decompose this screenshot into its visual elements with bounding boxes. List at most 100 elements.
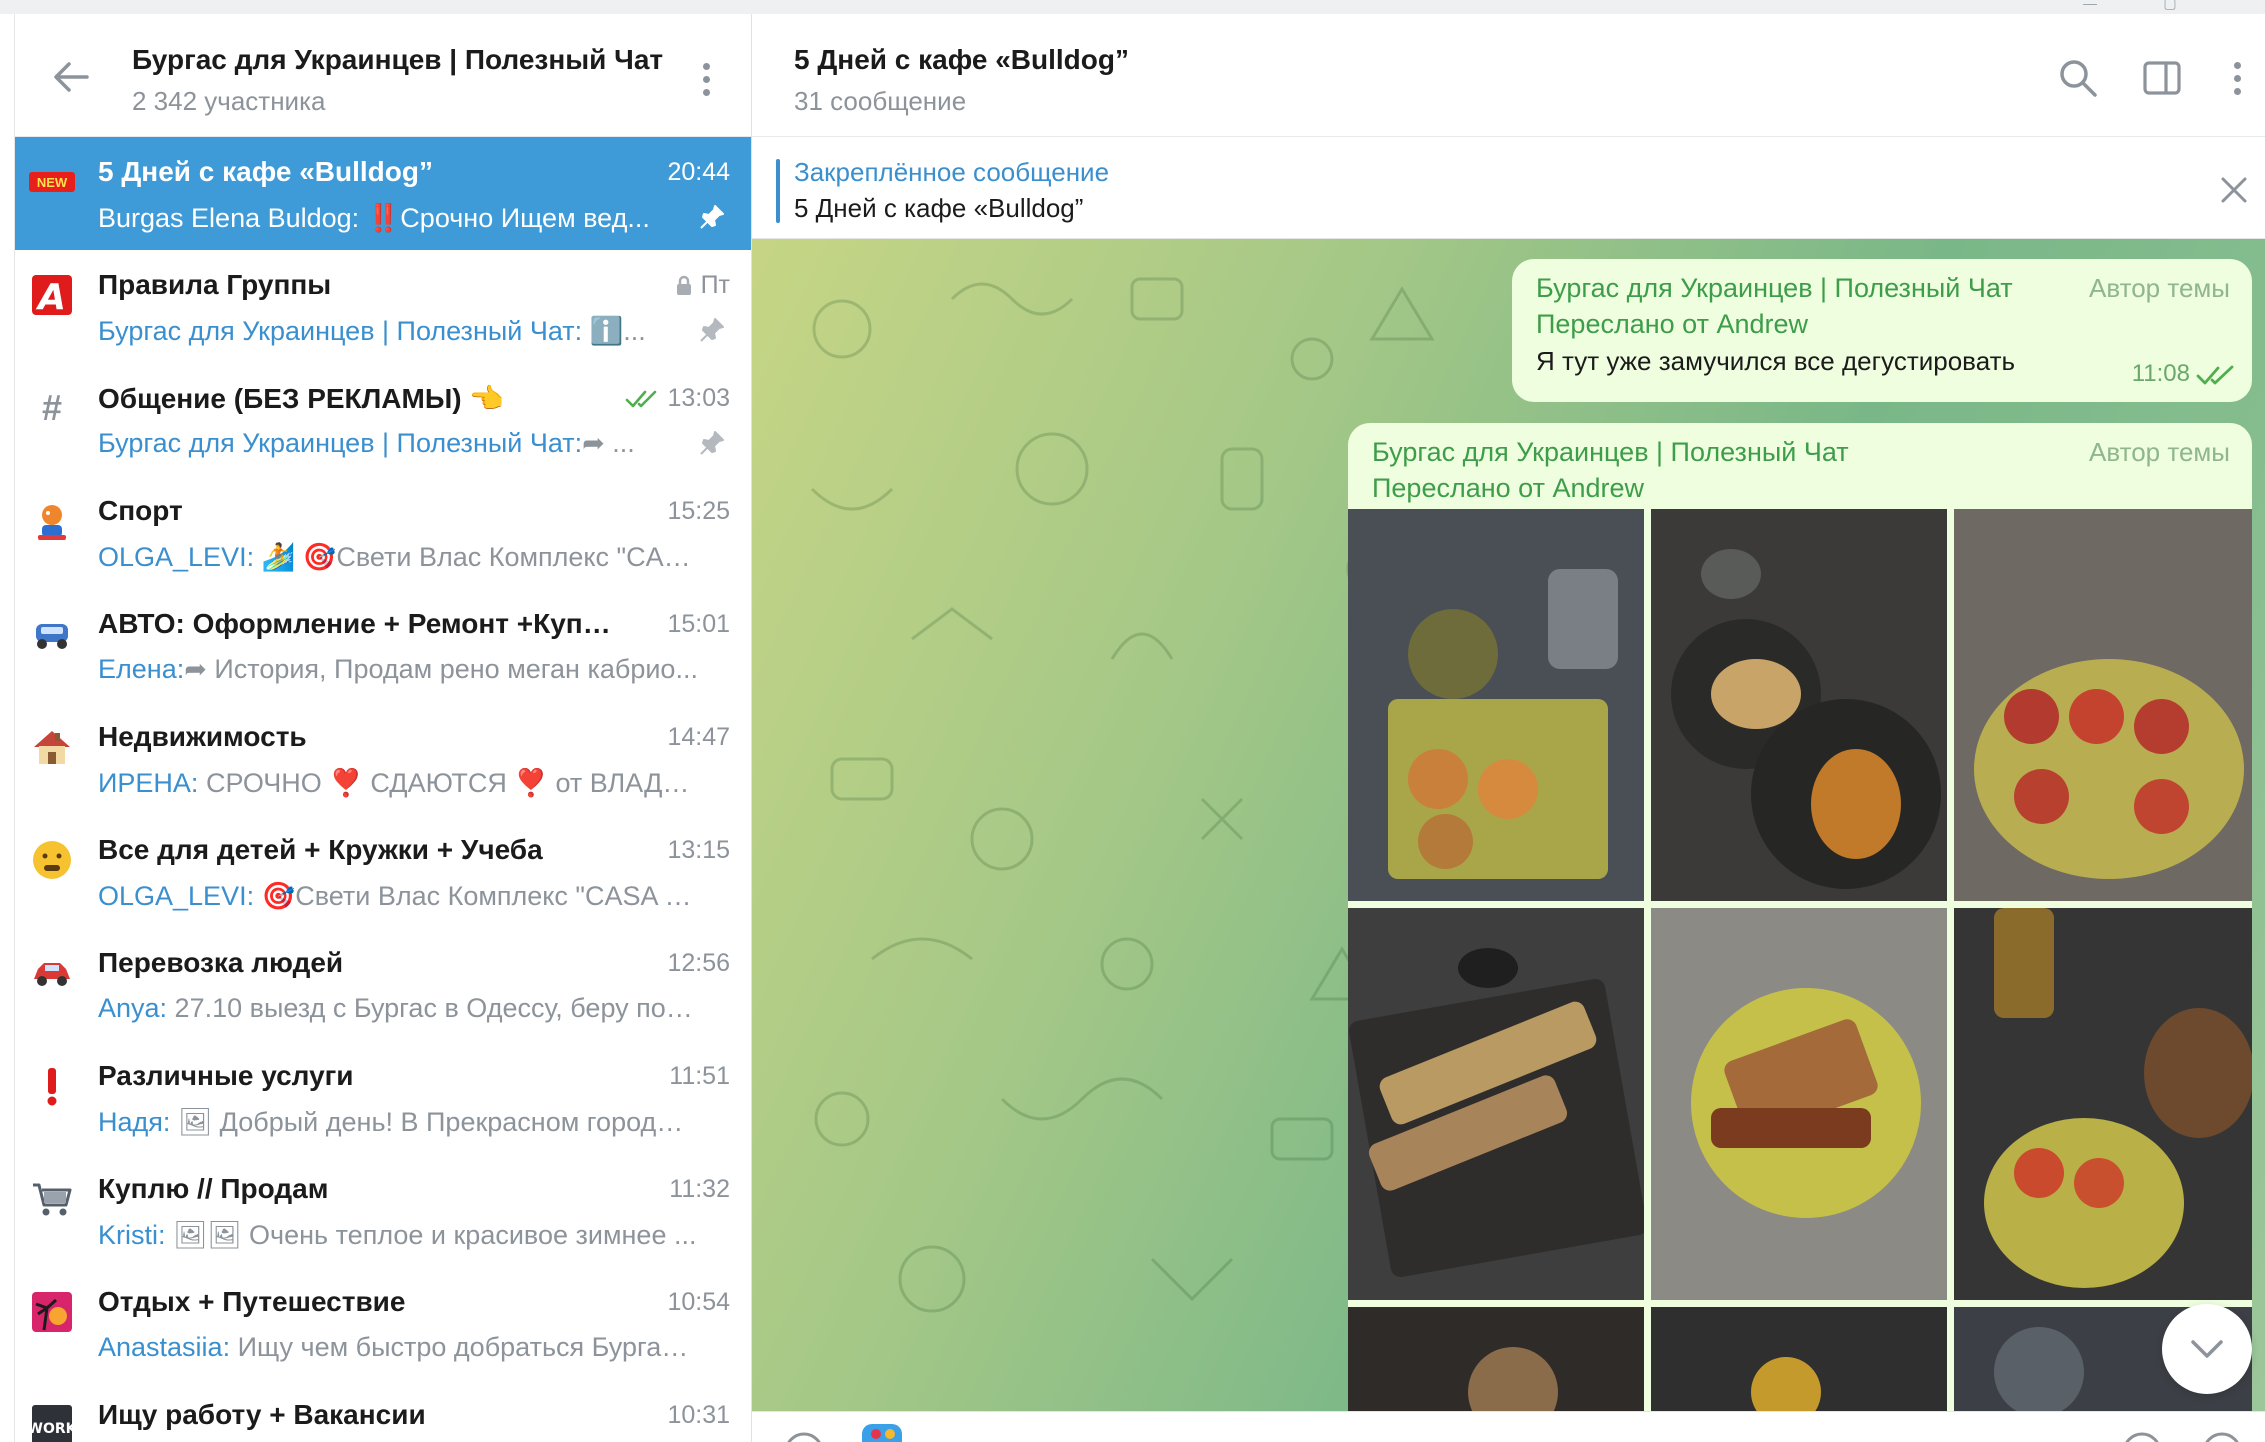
message-bubble[interactable]: Бургас для Украинцев | Полезный Чат Авто… — [1348, 423, 2252, 1411]
svg-text:A: A — [35, 277, 66, 317]
topic-name: 5 Дней с кафе «Bulldog” — [98, 156, 433, 187]
topic-name: Отдых + Путешествие — [98, 1286, 406, 1317]
forwarded-from[interactable]: Переслано от Andrew — [1372, 473, 1644, 504]
topic-item[interactable]: АВТО: Оформление + Ремонт +Куплю/... 15:… — [15, 589, 751, 702]
preview-sender: Burgas Elena Buldog: — [98, 203, 360, 233]
topic-name: Спорт — [98, 495, 183, 526]
topic-time: 13:03 — [625, 384, 730, 413]
group-title: Бургас для Украинцев | Полезный Чат — [132, 44, 664, 75]
maximize-button[interactable]: ▢ — [2150, 0, 2190, 10]
sidebar-toggle-icon[interactable] — [2140, 56, 2184, 100]
topic-preview: Бургас для Украинцев | Полезный Чат: ℹ️.… — [98, 315, 698, 347]
face-icon — [29, 837, 75, 883]
preview-text: 27.10 выезд с Бургас в Одессу, беру пос.… — [167, 993, 698, 1023]
topic-title: 5 Дней с кафе «Bulldog” — [794, 44, 1129, 75]
photo[interactable] — [1651, 509, 1947, 901]
topic-name: Все для детей + Кружки + Учеба — [98, 834, 543, 865]
composer-icons — [787, 1424, 2239, 1442]
topic-preview: Надя: 🖼 Добрый день! В Прекрасном городе… — [98, 1106, 698, 1138]
message-composer[interactable] — [752, 1411, 2265, 1442]
topic-item[interactable]: Спорт 15:25 OLGA_LEVI: 🏄 🎯Свети Влас Ком… — [15, 476, 751, 589]
preview-sender: OLGA_LEVI: — [98, 881, 255, 911]
minimize-button[interactable]: — — [2070, 0, 2110, 10]
photo[interactable] — [1348, 1307, 1644, 1411]
topic-time-text: 11:32 — [669, 1175, 730, 1203]
topic-item[interactable]: # Общение (БЕЗ РЕКЛАМЫ) 👈 13:03 Бургас д… — [15, 363, 751, 476]
photo[interactable] — [1348, 908, 1644, 1300]
scroll-down-button[interactable] — [2162, 1304, 2252, 1394]
message-count: 31 сообщение — [794, 86, 967, 116]
topic-time-text: 10:54 — [667, 1288, 730, 1316]
close-icon[interactable] — [2217, 173, 2251, 207]
photo[interactable] — [1954, 908, 2252, 1300]
topic-item[interactable]: Все для детей + Кружки + Учеба 13:15 OLG… — [15, 815, 751, 928]
pin-icon — [698, 316, 726, 344]
work-icon: WORK — [29, 1402, 75, 1442]
photo[interactable] — [1651, 1307, 1947, 1411]
topic-time-text: 20:44 — [667, 158, 730, 186]
preview-sender: Anastasiia: — [98, 1332, 231, 1362]
topic-preview: Елена:➦ История, Продам рено меган кабри… — [98, 654, 698, 685]
sport-icon — [29, 498, 75, 544]
pinned-message-bar[interactable]: Закреплённое сообщение 5 Дней с кафе «Bu… — [752, 137, 2265, 239]
preview-sender: Kristi: — [98, 1220, 166, 1250]
photo[interactable] — [1348, 509, 1644, 901]
topic-item[interactable]: NEW 5 Дней с кафе «Bulldog” 20:44 Burgas… — [15, 137, 751, 250]
topic-item[interactable]: Перевозка людей 12:56 Anya: 27.10 выезд … — [15, 928, 751, 1041]
topic-name: Правила Группы — [98, 269, 332, 300]
topic-item[interactable]: A Правила Группы Пт Бургас для Украинцев… — [15, 250, 751, 363]
topic-item[interactable]: Куплю // Продам 11:32 Kristi: 🖼🖼 Очень т… — [15, 1154, 751, 1267]
chat-header: 5 Дней с кафе «Bulldog” 31 сообщение — [752, 14, 2265, 137]
topic-time-text: 11:51 — [669, 1062, 730, 1090]
topic-name: АВТО: Оформление + Ремонт +Куплю/... — [98, 608, 618, 639]
search-icon[interactable] — [2056, 56, 2100, 100]
telegram-window: — ▢ Бургас для Украинцев | Полезный Чат … — [0, 0, 2265, 1442]
preview-text: 🖼🖼 Очень теплое и красивое зимнее ... — [165, 1220, 697, 1250]
topic-time: 12:56 — [667, 949, 730, 978]
topic-item[interactable]: Недвижимость 14:47 ИРЕНА: СРОЧНО ❣️ СДАЮ… — [15, 702, 751, 815]
topic-item[interactable]: Отдых + Путешествие 10:54 Anastasiia: Ищ… — [15, 1267, 751, 1380]
palm-icon — [29, 1289, 75, 1335]
preview-text: 🏄 🎯Свети Влас Комплекс "CASA... — [254, 542, 698, 572]
topic-preview: Kristi: 🖼🖼 Очень теплое и красивое зимне… — [98, 1219, 698, 1251]
message-sender[interactable]: Бургас для Украинцев | Полезный Чат — [1372, 437, 1849, 468]
topic-name: Недвижимость — [98, 721, 307, 752]
preview-sender: OLGA_LEVI: — [98, 542, 255, 572]
more-menu-icon[interactable] — [691, 54, 721, 104]
message-list[interactable]: Бургас для Украинцев | Полезный Чат Авто… — [752, 239, 2265, 1411]
preview-text: СРОЧНО ❣️ СДАЮТСЯ ❣️ от ВЛАДЕЛЬ... — [198, 768, 698, 798]
topic-preview: OLGA_LEVI: 🎯Свети Влас Комплекс "CASA RE… — [98, 880, 698, 912]
pin-icon — [698, 429, 726, 457]
chevron-down-icon — [2191, 1340, 2223, 1358]
topic-time-text: 15:01 — [667, 610, 730, 638]
photo[interactable] — [1651, 908, 1947, 1300]
car-icon — [29, 611, 75, 657]
house-icon — [29, 724, 75, 770]
svg-text:WORK: WORK — [30, 1421, 74, 1437]
topic-preview: ИРЕНА: СРОЧНО ❣️ СДАЮТСЯ ❣️ от ВЛАДЕЛЬ..… — [98, 767, 698, 799]
folder-strip — [0, 14, 15, 1442]
back-arrow-icon[interactable] — [47, 52, 97, 102]
message-bubble[interactable]: Бургас для Украинцев | Полезный Чат Авто… — [1512, 259, 2252, 402]
preview-sender: Елена: — [98, 654, 185, 684]
preview-text: ➦ История, Продам рено меган кабрио... — [184, 654, 698, 684]
topic-time-text: 10:31 — [667, 1401, 730, 1429]
topic-item[interactable]: Различные услуги 11:51 Надя: 🖼 Добрый де… — [15, 1041, 751, 1154]
pinned-text: 5 Дней с кафе «Bulldog” — [794, 193, 1084, 223]
photo[interactable] — [1954, 509, 2252, 901]
more-menu-icon[interactable] — [2222, 56, 2252, 100]
preview-sender: ИРЕНА: — [98, 768, 199, 798]
preview-sender: Бургас для Украинцев | Полезный Чат: — [98, 316, 583, 346]
topic-name: Перевозка людей — [98, 947, 344, 978]
topic-preview: Anya: 27.10 выезд с Бургас в Одессу, бер… — [98, 993, 698, 1024]
topic-item[interactable]: WORK Ищу работу + Вакансии 10:31 — [15, 1380, 751, 1442]
topic-name: Ищу работу + Вакансии — [98, 1399, 426, 1430]
topic-time: 11:32 — [669, 1175, 730, 1204]
forwarded-from[interactable]: Переслано от Andrew — [1536, 309, 1808, 340]
author-badge: Автор темы — [2089, 437, 2230, 467]
pin-icon — [698, 203, 726, 231]
read-check-icon — [2196, 363, 2236, 387]
topics-sidebar: Бургас для Украинцев | Полезный Чат 2 34… — [15, 14, 752, 1442]
message-sender[interactable]: Бургас для Украинцев | Полезный Чат — [1536, 273, 2013, 304]
member-count: 2 342 участника — [132, 86, 326, 116]
